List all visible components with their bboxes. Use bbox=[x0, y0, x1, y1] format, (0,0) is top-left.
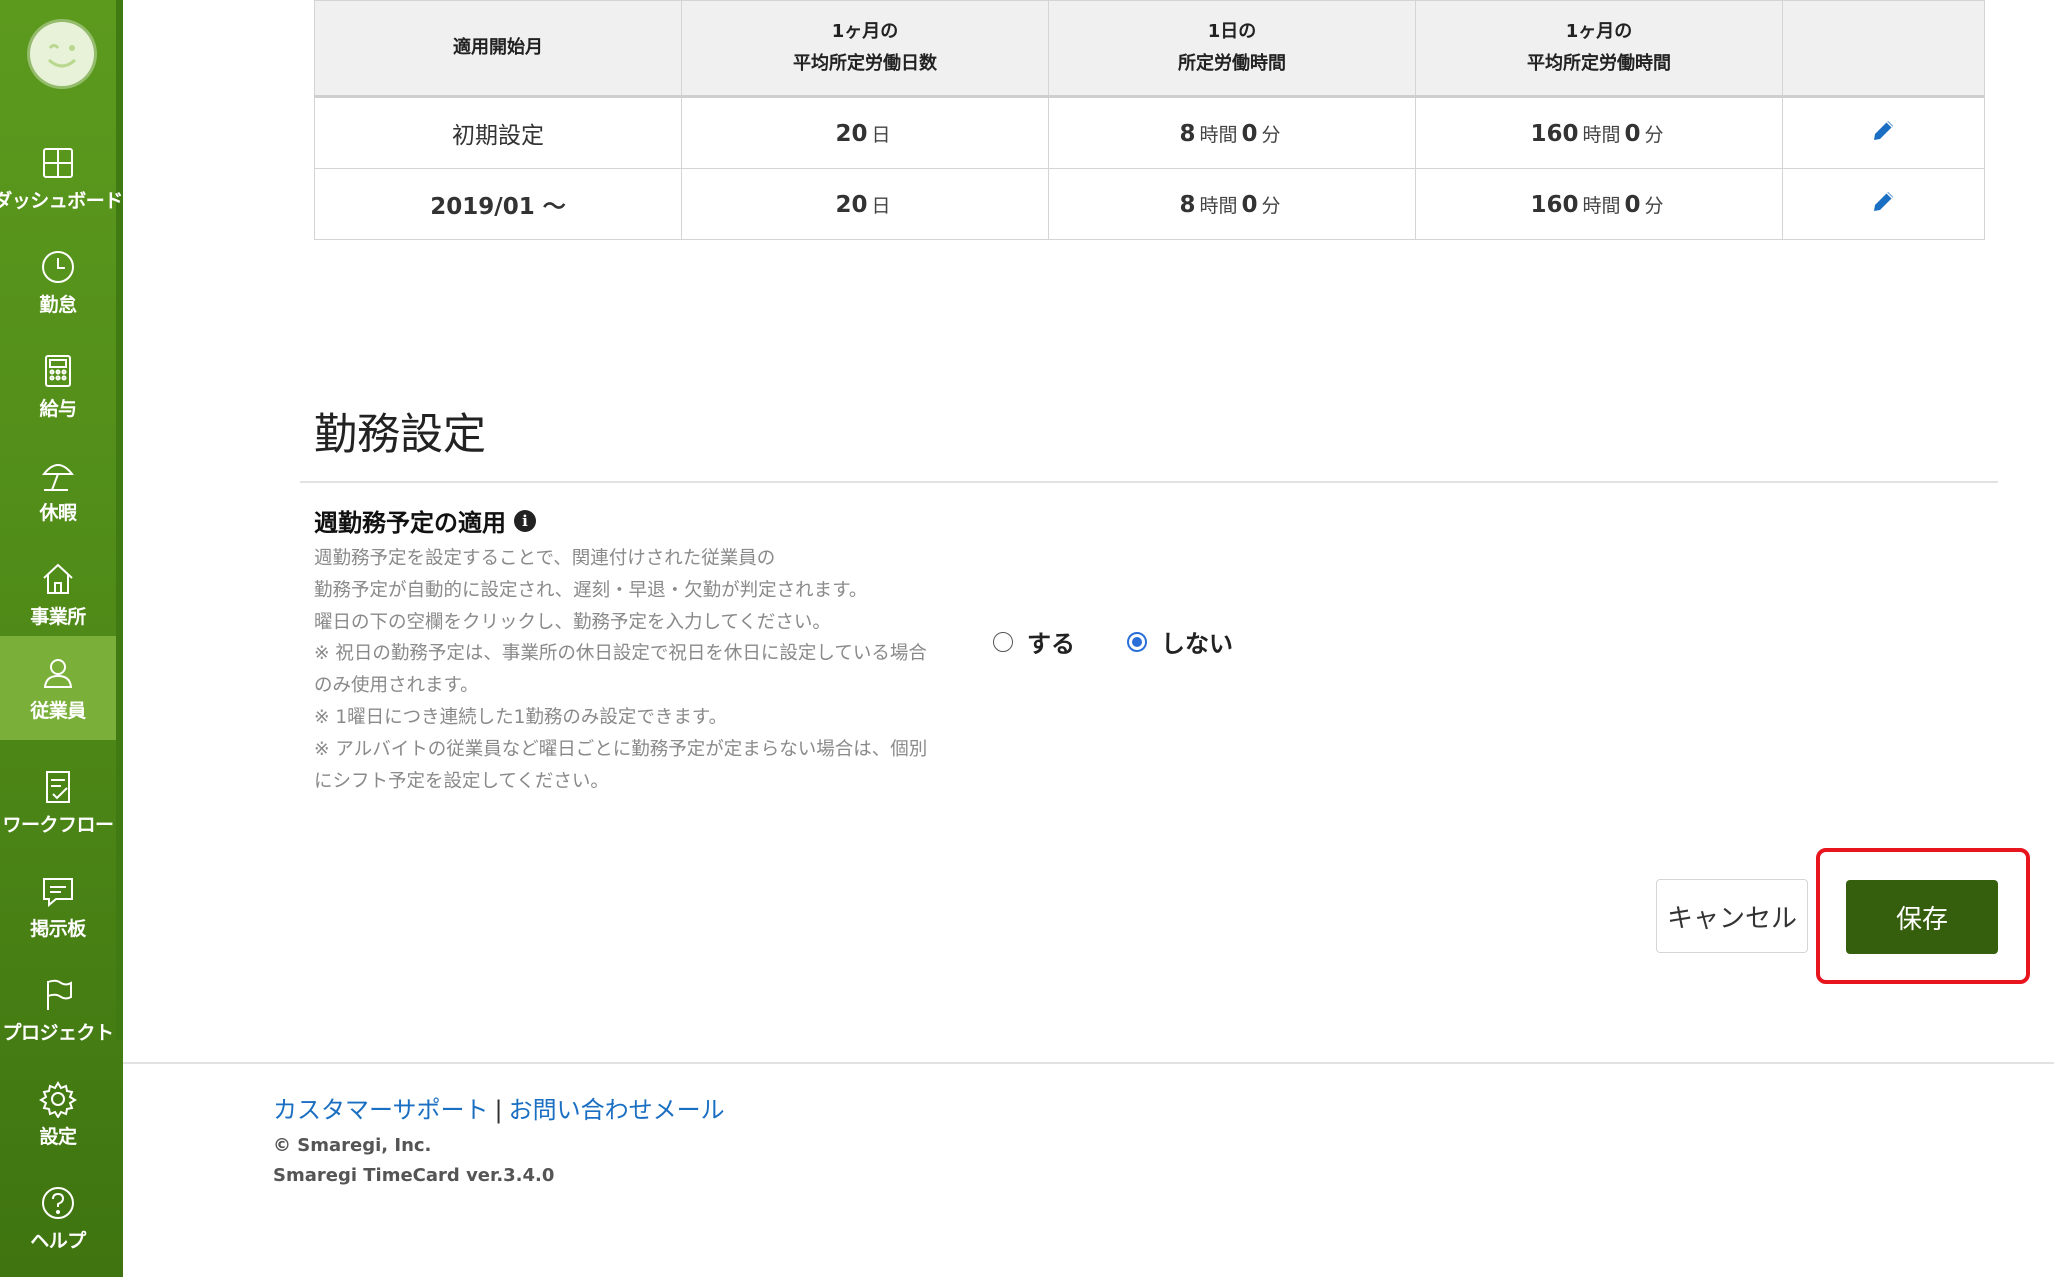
sidebar-item-label: ヘルプ bbox=[30, 1229, 86, 1252]
save-button-highlight bbox=[1816, 848, 2030, 984]
sidebar-item-label: プロジェクト bbox=[2, 1021, 114, 1044]
radio-label: する bbox=[1027, 630, 1075, 658]
sidebar-item-office[interactable]: 事業所 bbox=[0, 542, 116, 646]
description-line: 曜日の下の空欄をクリックし、勤務予定を入力してください。 bbox=[314, 611, 831, 633]
cell-monthly-hours: 160 時間 0 分 bbox=[1415, 168, 1783, 240]
sidebar-item-label: 従業員 bbox=[30, 699, 86, 722]
sidebar-item-label: 勤怠 bbox=[39, 293, 77, 316]
sidebar-item-leave[interactable]: 休暇 bbox=[0, 438, 116, 542]
radio-label: しない bbox=[1161, 630, 1233, 658]
sidebar-item-attendance[interactable]: 勤怠 bbox=[0, 230, 116, 334]
logo-smiley-icon[interactable] bbox=[30, 22, 94, 86]
info-icon[interactable]: i bbox=[514, 509, 536, 532]
clipboard-check-icon bbox=[46, 770, 70, 803]
copyright-text: © Smaregi, Inc. bbox=[273, 1135, 432, 1156]
clock-icon bbox=[42, 250, 74, 283]
description-line: ※ アルバイトの従業員など曜日ごとに勤務予定が定まらない場合は、個別 bbox=[314, 738, 928, 760]
cell-avg-days: 20 日 bbox=[681, 96, 1049, 169]
sidebar-item-label: 設定 bbox=[39, 1125, 77, 1148]
sidebar-item-label: 事業所 bbox=[30, 605, 86, 628]
sidebar-item-dashboard[interactable]: ダッシュボード bbox=[0, 126, 123, 230]
sidebar-item-workflow[interactable]: ワークフロー bbox=[0, 750, 116, 854]
cancel-button[interactable]: キャンセル bbox=[1656, 879, 1808, 953]
sidebar-item-label: ワークフロー bbox=[2, 813, 114, 836]
field-label-text: 週勤務予定の適用 bbox=[314, 509, 506, 537]
cell-daily-hours: 8 時間 0 分 bbox=[1048, 96, 1416, 169]
sidebar-item-label: ダッシュボード bbox=[0, 189, 123, 212]
cell-monthly-hours: 160 時間 0 分 bbox=[1415, 96, 1783, 169]
work-hours-table: 適用開始月 1ヶ月の 平均所定労働日数 1日の 所定労働時間 1ヶ月の 平均所定労働時… bbox=[314, 0, 1985, 240]
footer-copyright: © Smaregi, Inc. Smaregi TimeCard ver.3.4… bbox=[273, 1131, 554, 1191]
flag-icon bbox=[47, 979, 72, 1010]
column-header-monthly-hours: 1ヶ月の 平均所定労働時間 bbox=[1415, 0, 1783, 98]
description-line: にシフト予定を設定してください。 bbox=[314, 770, 609, 792]
radio-option-not-apply[interactable]: しない bbox=[1127, 624, 1233, 659]
contact-mail-link[interactable]: お問い合わせメール bbox=[509, 1096, 725, 1124]
message-icon bbox=[43, 877, 73, 907]
table-row: 初期設定 20 日 8 時間 0 分 160 時間 0 分 bbox=[314, 96, 1985, 169]
sidebar-item-bulletin[interactable]: 掲示板 bbox=[0, 854, 116, 958]
cell-actions bbox=[1782, 168, 1985, 240]
sidebar-item-label: 休暇 bbox=[39, 501, 77, 524]
section-title: 勤務設定 bbox=[314, 410, 486, 460]
sidebar-item-label: 給与 bbox=[39, 397, 77, 420]
sidebar-item-project[interactable]: プロジェクト bbox=[0, 958, 116, 1062]
description-line: 勤務予定が自動的に設定され、遅刻・早退・欠勤が判定されます。 bbox=[314, 579, 868, 601]
sidebar: ダッシュボード 勤怠 給与 休暇 事業所 従業員 ワークフロー 掲示板 プロジェ… bbox=[0, 0, 123, 1277]
radio-button[interactable] bbox=[993, 631, 1013, 652]
help-icon bbox=[42, 1186, 74, 1219]
gear-icon bbox=[39, 1080, 77, 1118]
sidebar-scrollbar[interactable] bbox=[116, 0, 123, 1040]
weekly-schedule-label: 週勤務予定の適用 i bbox=[314, 503, 536, 538]
person-icon bbox=[43, 658, 73, 688]
cell-avg-days: 20 日 bbox=[681, 168, 1049, 240]
calculator-icon bbox=[45, 354, 71, 387]
table-header-row: 適用開始月 1ヶ月の 平均所定労働日数 1日の 所定労働時間 1ヶ月の 平均所定労働時… bbox=[314, 0, 1985, 98]
sidebar-item-settings[interactable]: 設定 bbox=[0, 1062, 116, 1166]
customer-support-link[interactable]: カスタマーサポート bbox=[273, 1096, 489, 1124]
column-header-start-month: 適用開始月 bbox=[314, 0, 682, 98]
cell-daily-hours: 8 時間 0 分 bbox=[1048, 168, 1416, 240]
column-header-avg-days: 1ヶ月の 平均所定労働日数 bbox=[681, 0, 1049, 98]
sidebar-item-payroll[interactable]: 給与 bbox=[0, 334, 116, 438]
cell-actions bbox=[1782, 96, 1985, 169]
column-header-actions bbox=[1782, 0, 1985, 98]
section-divider bbox=[300, 481, 1998, 483]
table-row: 2019/01 〜 20 日 8 時間 0 分 160 時間 0 分 bbox=[314, 168, 1985, 240]
weekly-schedule-radio-group: する しない bbox=[993, 624, 1285, 659]
column-header-daily-hours: 1日の 所定労働時間 bbox=[1048, 0, 1416, 98]
radio-button[interactable] bbox=[1127, 631, 1147, 652]
sidebar-item-help[interactable]: ヘルプ bbox=[0, 1166, 116, 1270]
radio-option-apply[interactable]: する bbox=[993, 624, 1075, 659]
description-line: のみ使用されます。 bbox=[314, 675, 479, 697]
description-line: ※ 1曜日につき連続した1勤務のみ設定できます。 bbox=[314, 706, 728, 728]
cell-start-month: 2019/01 〜 bbox=[314, 168, 682, 240]
sidebar-item-employees[interactable]: 従業員 bbox=[0, 636, 116, 740]
description-line: ※ 祝日の勤務予定は、事業所の休日設定で祝日を休日に設定している場合 bbox=[314, 643, 927, 665]
edit-pencil-icon[interactable] bbox=[1871, 117, 1897, 143]
footer-separator: | bbox=[494, 1096, 503, 1124]
edit-pencil-icon[interactable] bbox=[1871, 188, 1897, 214]
beach-umbrella-icon bbox=[41, 463, 75, 491]
field-description: 週勤務予定を設定することで、関連付けされた従業員の 勤務予定が自動的に設定され、… bbox=[314, 543, 974, 797]
dashboard-icon bbox=[43, 147, 73, 178]
description-line: 週勤務予定を設定することで、関連付けされた従業員の bbox=[314, 548, 776, 569]
cell-start-month: 初期設定 bbox=[314, 96, 682, 169]
version-text: Smaregi TimeCard ver.3.4.0 bbox=[273, 1165, 555, 1186]
sidebar-item-label: 掲示板 bbox=[30, 917, 86, 940]
home-icon bbox=[43, 563, 73, 594]
footer-divider bbox=[123, 1062, 2054, 1064]
footer-links: カスタマーサポート | お問い合わせメール bbox=[273, 1090, 725, 1125]
